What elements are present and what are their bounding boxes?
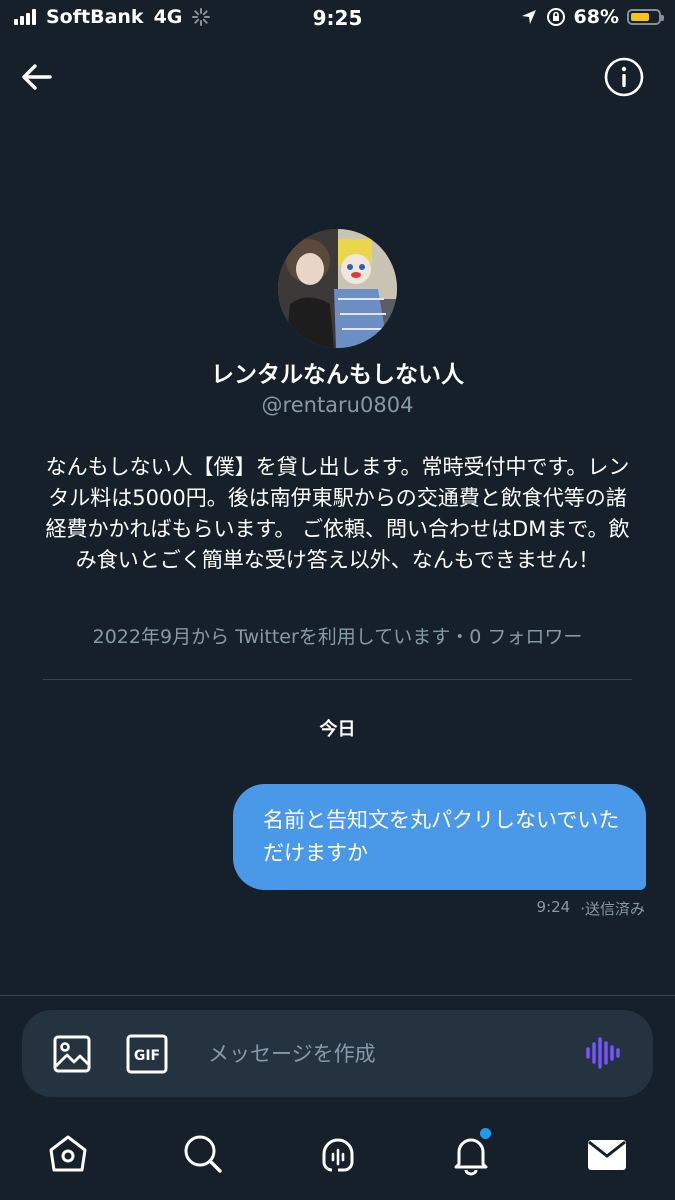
voice-record-icon — [586, 1037, 620, 1069]
tab-spaces[interactable] — [316, 1132, 360, 1176]
profile-photo — [278, 229, 397, 348]
profile-handle: @rentaru0804 — [261, 393, 414, 417]
gif-icon: GIF — [126, 1034, 168, 1074]
composer-divider — [0, 995, 675, 996]
avatar[interactable] — [278, 229, 397, 348]
message-status: ·送信済み — [580, 900, 645, 918]
spaces-icon — [322, 1138, 354, 1172]
image-icon — [53, 1035, 91, 1073]
gif-button[interactable]: GIF — [126, 1034, 168, 1074]
profile-meta: 2022年9月から Twitterを利用しています・0 フォロワー — [92, 626, 583, 648]
battery-percent: 68% — [573, 6, 619, 28]
profile-name: レンタルなんもしない人 — [211, 362, 464, 388]
orientation-lock-icon — [546, 8, 565, 26]
search-icon — [184, 1135, 222, 1173]
tab-home[interactable] — [46, 1132, 90, 1176]
image-button[interactable] — [52, 1034, 92, 1074]
back-arrow-icon — [22, 64, 52, 90]
status-bar: SoftBank 4G 9:25 68% — [0, 0, 675, 40]
location-arrow-icon — [521, 10, 536, 24]
voice-record-button[interactable] — [584, 1034, 622, 1072]
notification-badge — [480, 1128, 491, 1139]
message-meta: 9:24 ·送信済み — [537, 898, 645, 919]
message-input[interactable] — [206, 1030, 570, 1078]
tab-messages[interactable] — [585, 1132, 629, 1176]
home-icon — [49, 1135, 87, 1172]
info-icon — [604, 57, 644, 97]
messages-icon — [588, 1140, 626, 1170]
message-text: 名前と告知文を丸パクリしないでいただけますか — [263, 808, 620, 865]
gif-label: GIF — [134, 1048, 160, 1064]
status-right: 68% — [520, 6, 664, 28]
back-button[interactable] — [16, 56, 58, 98]
battery-icon — [627, 9, 664, 25]
divider — [43, 679, 632, 680]
tab-search[interactable] — [181, 1132, 225, 1176]
message-time: 9:24 — [536, 898, 571, 916]
info-button[interactable] — [603, 56, 645, 98]
profile-bio: なんもしない人【僕】を貸し出します。常時受付中です。レンタル料は5000円。後は… — [45, 455, 630, 572]
date-separator: 今日 — [319, 719, 356, 740]
message-bubble[interactable]: 名前と告知文を丸パクリしないでいただけますか — [233, 784, 646, 890]
